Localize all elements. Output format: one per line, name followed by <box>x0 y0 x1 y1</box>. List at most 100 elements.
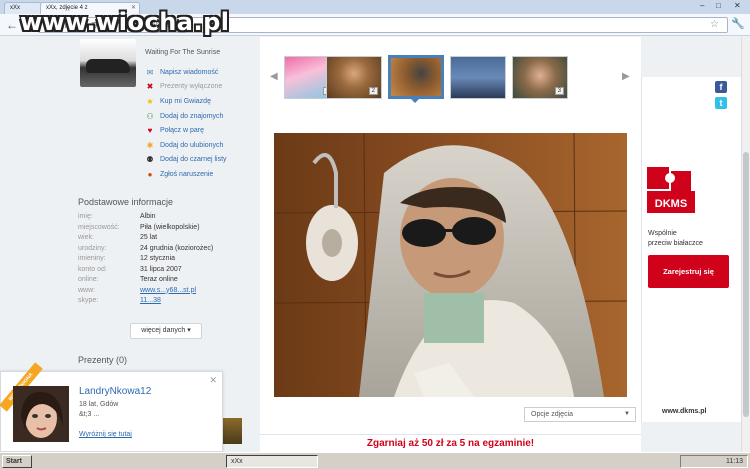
photo-thumbnail[interactable] <box>450 56 506 99</box>
ad-line1: Wspólnie <box>648 230 677 237</box>
buy-star-link[interactable]: ★ Kup mi Gwiazdę <box>145 94 227 109</box>
report-link[interactable]: ● Zgłoś naruszenie <box>145 167 227 182</box>
twitter-icon[interactable]: t <box>715 97 727 109</box>
send-message-link[interactable]: ✉ Napisz wiadomość <box>145 65 227 80</box>
info-label: www: <box>78 286 96 294</box>
x-icon: ✖ <box>146 82 154 92</box>
facebook-icon[interactable]: f <box>715 81 727 93</box>
present-thumbnail[interactable] <box>223 418 242 444</box>
feature-yourself-link[interactable]: Wyróżnij się tutaj <box>79 431 132 438</box>
page-scrollbar[interactable] <box>741 37 750 452</box>
www-link[interactable]: www.s...y68...st.pl <box>140 287 196 298</box>
featured-avatar-image <box>13 386 69 442</box>
profile-avatar[interactable] <box>80 39 136 87</box>
taskbar-item[interactable]: xXx <box>226 455 318 468</box>
info-label: online: <box>78 276 99 283</box>
maximize-icon[interactable]: □ <box>716 1 721 10</box>
info-value: Albin <box>140 213 156 220</box>
info-row: miejscowość: Piła (wielkopolskie) <box>78 224 213 235</box>
info-label: konto od: <box>78 265 107 273</box>
photo-thumbnail[interactable]: 2 <box>326 56 382 99</box>
add-friend-icon: ⚇ <box>146 111 154 121</box>
blacklist-icon: ⚉ <box>146 155 154 165</box>
basic-info-list: imię: Albin miejscowość: Piła (wielkopolsk… <box>78 213 213 308</box>
start-button[interactable]: Start <box>2 455 32 468</box>
action-label: Kup mi Gwiazdę <box>160 97 211 105</box>
star-icon: ★ <box>146 96 154 106</box>
info-label: imię: <box>78 213 93 220</box>
next-arrow-icon[interactable]: ▶ <box>622 71 630 82</box>
action-label: Zgłoś naruszenie <box>160 170 214 178</box>
wrench-icon[interactable]: 🔧 <box>731 17 745 30</box>
info-row: skype: 11...38 <box>78 297 213 308</box>
featured-user-avatar[interactable] <box>13 386 69 442</box>
photo-thumbnail[interactable]: 3 <box>512 56 568 99</box>
pair-link[interactable]: ♥ Połącz w parę <box>145 123 227 138</box>
presents-disabled: ✖ Prezenty wyłączone <box>145 80 227 95</box>
thumbnail-strip: ◀ 10 2 3 ▶ <box>260 37 641 109</box>
info-label: miejscowość: <box>78 223 120 231</box>
photo-options-dropdown[interactable]: Opcje zdjęcia ▼ <box>524 407 636 422</box>
info-row: online: Teraz online <box>78 276 213 287</box>
profile-status: Waiting For The Sunrise <box>145 49 221 56</box>
add-friend-link[interactable]: ⚇ Dodaj do znajomych <box>145 109 227 124</box>
close-window-icon[interactable]: ✕ <box>734 1 741 10</box>
featured-user-name[interactable]: LandryNkowa12 <box>79 386 151 397</box>
featured-user-age-city: 18 lat, Gdów <box>79 401 119 408</box>
prev-arrow-icon[interactable]: ◀ <box>270 71 278 82</box>
info-row: imieniny: 12 stycznia <box>78 255 213 266</box>
watermark-logo: www.wiocha.pl <box>20 8 230 36</box>
svg-text:DKMS: DKMS <box>655 198 687 210</box>
info-row: urodziny: 24 grudnia (koziorożec) <box>78 245 213 256</box>
ad-text: Wspólnie przeciw białaczce <box>648 229 703 249</box>
info-value: Teraz online <box>140 276 178 283</box>
page-content: Waiting For The Sunrise ✉ Napisz wiadomoś… <box>0 37 750 452</box>
envelope-icon: ✉ <box>146 67 154 77</box>
info-value: 25 lat <box>140 234 158 241</box>
thumb-count-badge: 2 <box>368 87 378 95</box>
thumb-count-badge: 3 <box>554 87 564 95</box>
info-row: konto od: 31 lipca 2007 <box>78 266 213 277</box>
register-button[interactable]: Zarejestruj się <box>648 255 729 288</box>
basic-info-title: Podstawowe informacje <box>78 197 174 207</box>
action-label: Dodaj do czarnej listy <box>160 156 227 164</box>
taskbar: Start xXx 11:13 <box>0 452 750 469</box>
more-data-button[interactable]: więcej danych ▾ <box>130 323 202 339</box>
ad-url[interactable]: www.dkms.pl <box>662 408 706 415</box>
back-icon[interactable]: ← <box>6 18 18 32</box>
tab-label: xXx <box>10 5 21 11</box>
info-value[interactable]: Piła (wielkopolskie) <box>140 224 200 235</box>
clock: 11:13 <box>726 458 743 465</box>
add-favorite-link[interactable]: ✱ Dodaj do ulubionych <box>145 138 227 153</box>
info-label: skype: <box>78 297 99 304</box>
start-label: Start <box>6 458 22 465</box>
action-label: Prezenty wyłączone <box>160 83 223 91</box>
chevron-down-icon: ▼ <box>624 411 630 417</box>
photo-thumbnail-selected[interactable] <box>388 55 444 99</box>
skype-link[interactable]: 11...38 <box>140 297 161 308</box>
featured-user-meta: 18 lat, Gdów &t;3 ... <box>79 400 118 420</box>
ad-line2: przeciw białaczce <box>648 240 703 247</box>
info-value: 31 lipca 2007 <box>140 265 182 273</box>
dkms-ad[interactable]: DKMS Wspólnie przeciw białaczce Zarejest… <box>641 77 750 422</box>
action-label: Dodaj do znajomych <box>160 112 224 120</box>
blacklist-link[interactable]: ⚉ Dodaj do czarnej listy <box>145 153 227 168</box>
social-icons: f t <box>715 81 727 113</box>
main-photo[interactable] <box>274 133 627 397</box>
bookmark-star-icon[interactable]: ☆ <box>710 19 719 30</box>
favorite-icon: ✱ <box>146 140 154 150</box>
info-row: wiek: 25 lat <box>78 234 213 245</box>
close-icon[interactable]: ✕ <box>209 375 217 386</box>
right-sidebar: DKMS Wspólnie przeciw białaczce Zarejest… <box>641 37 750 452</box>
featured-user-extra: &t;3 ... <box>79 411 100 418</box>
report-icon: ● <box>147 169 153 179</box>
info-label: urodziny: <box>78 244 107 252</box>
action-label: Dodaj do ulubionych <box>160 141 224 149</box>
scrollbar-thumb[interactable] <box>743 152 749 417</box>
presents-title: Prezenty (0) <box>78 355 128 365</box>
task-label: xXx <box>231 458 243 465</box>
promo-banner[interactable]: Zgarniaj aż 50 zł za 5 na egzaminie! <box>260 434 641 452</box>
selected-indicator <box>410 98 420 103</box>
info-row: www: www.s...y68...st.pl <box>78 287 213 298</box>
minimize-icon[interactable]: – <box>700 1 704 10</box>
